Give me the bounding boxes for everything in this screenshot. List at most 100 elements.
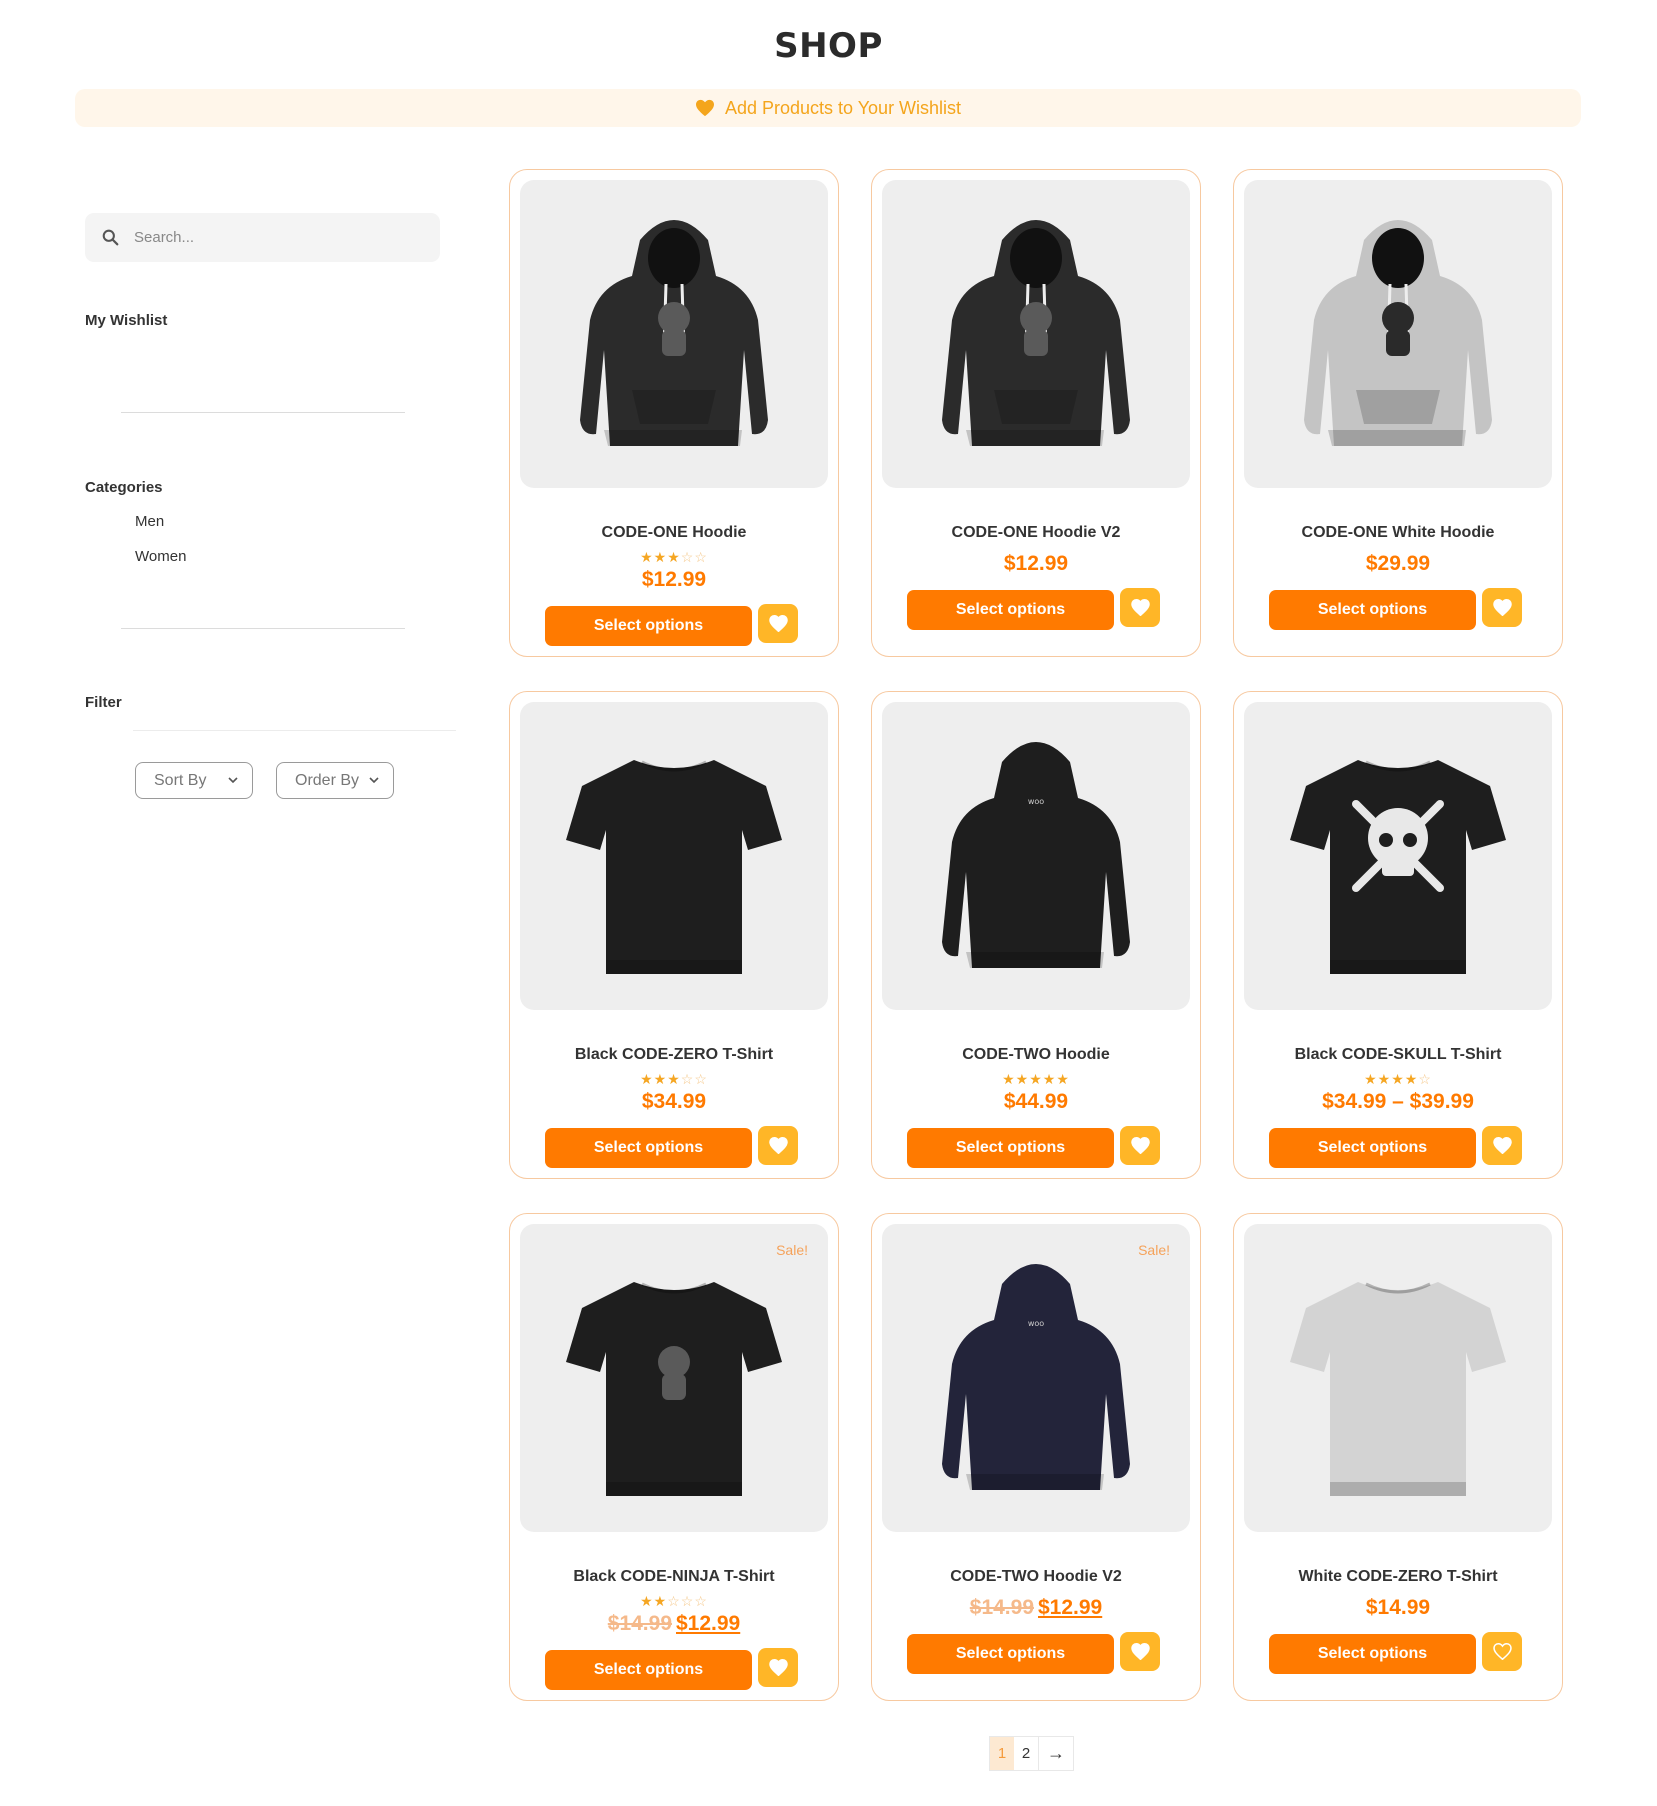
wishlist-banner[interactable]: Add Products to Your Wishlist: [75, 89, 1581, 127]
product-image-art: woo: [942, 1264, 1130, 1490]
rating-stars: ★★★★★: [872, 1072, 1200, 1086]
product-image[interactable]: [1244, 702, 1552, 1010]
product-price: $34.99 – $39.99: [1234, 1090, 1562, 1114]
star-icon: ★: [653, 1593, 668, 1609]
order-by-label: Order By: [295, 771, 360, 789]
star-icon: ☆: [680, 1593, 695, 1609]
add-to-wishlist-button[interactable]: [758, 1126, 798, 1165]
page-2-link[interactable]: 2: [1014, 1737, 1038, 1770]
divider: [121, 412, 405, 413]
product-image[interactable]: woo: [882, 702, 1190, 1010]
star-icon: ★: [1015, 1071, 1030, 1087]
product-price: $34.99: [510, 1090, 838, 1114]
star-icon: ★: [1377, 1071, 1392, 1087]
wishlist-banner-text: Add Products to Your Wishlist: [724, 97, 962, 118]
product-image[interactable]: [882, 180, 1190, 488]
svg-text:woo: woo: [1028, 1319, 1044, 1328]
select-options-button[interactable]: Select options: [545, 606, 752, 646]
add-to-wishlist-button[interactable]: [1482, 588, 1522, 627]
chevron-down-icon: [369, 777, 379, 784]
category-link-men[interactable]: Men: [135, 513, 164, 530]
star-icon: ★: [653, 1071, 668, 1087]
product-image[interactable]: [1244, 1224, 1552, 1532]
svg-text:woo: woo: [1028, 797, 1044, 806]
add-to-wishlist-button[interactable]: [758, 604, 798, 643]
product-name[interactable]: CODE-ONE Hoodie V2: [872, 524, 1200, 542]
next-page-link[interactable]: →: [1038, 1737, 1073, 1770]
star-icon: ☆: [694, 1593, 708, 1609]
heart-icon: [1492, 599, 1512, 616]
product-image-art: [1304, 220, 1492, 446]
product-name[interactable]: Black CODE-NINJA T-Shirt: [510, 1568, 838, 1586]
star-icon: ★: [1391, 1071, 1405, 1087]
page-title: SHOP: [774, 26, 883, 66]
current-price: $12.99: [1003, 552, 1069, 575]
order-by-select[interactable]: Order By: [276, 762, 394, 799]
add-to-wishlist-button[interactable]: [1482, 1632, 1522, 1671]
select-options-button[interactable]: Select options: [1269, 1128, 1476, 1168]
heart-icon: [768, 1659, 788, 1676]
star-icon: ★: [640, 1593, 654, 1609]
product-name[interactable]: White CODE-ZERO T-Shirt: [1234, 1568, 1562, 1586]
star-icon: ★: [653, 549, 668, 565]
add-to-wishlist-button[interactable]: [758, 1648, 798, 1687]
search-input[interactable]: [132, 228, 416, 247]
select-options-button[interactable]: Select options: [907, 1128, 1114, 1168]
heart-icon: [1130, 1643, 1150, 1660]
product-name[interactable]: Black CODE-SKULL T-Shirt: [1234, 1046, 1562, 1064]
product-price: $12.99: [872, 552, 1200, 576]
pagination: 1 2 →: [989, 1736, 1074, 1771]
rating-stars: ★★☆☆☆: [510, 1594, 838, 1608]
select-options-button[interactable]: Select options: [545, 1128, 752, 1168]
select-options-button[interactable]: Select options: [545, 1650, 752, 1690]
star-icon: ★: [640, 1071, 654, 1087]
select-options-button[interactable]: Select options: [1269, 1634, 1476, 1674]
product-name[interactable]: CODE-ONE Hoodie: [510, 524, 838, 542]
product-name[interactable]: CODE-TWO Hoodie V2: [872, 1568, 1200, 1586]
product-image[interactable]: woo Sale!: [882, 1224, 1190, 1532]
select-options-button[interactable]: Select options: [907, 590, 1114, 630]
search-box[interactable]: [85, 213, 440, 262]
page-1-current: 1: [990, 1737, 1014, 1770]
star-icon: ☆: [680, 1071, 695, 1087]
select-options-button[interactable]: Select options: [907, 1634, 1114, 1674]
heart-icon: [768, 1137, 788, 1154]
product-price: $29.99: [1234, 552, 1562, 576]
star-icon: ☆: [1418, 1071, 1432, 1087]
chevron-down-icon: [228, 777, 238, 784]
product-image[interactable]: [520, 180, 828, 488]
product-image[interactable]: [1244, 180, 1552, 488]
sort-by-select[interactable]: Sort By: [135, 762, 253, 799]
product-name[interactable]: CODE-ONE White Hoodie: [1234, 524, 1562, 542]
heart-icon: [768, 615, 788, 632]
star-icon: ★: [1002, 1071, 1016, 1087]
heart-icon: [1130, 1137, 1150, 1154]
current-price: $29.99: [1365, 552, 1431, 575]
product-card: White CODE-ZERO T-Shirt $14.99 Select opti…: [1233, 1213, 1563, 1701]
category-link-women[interactable]: Women: [135, 548, 186, 565]
product-price: $14.99: [1234, 1596, 1562, 1620]
product-image-art: [942, 220, 1130, 446]
product-image[interactable]: [520, 702, 828, 1010]
sale-badge: Sale!: [776, 1242, 808, 1258]
product-name[interactable]: CODE-TWO Hoodie: [872, 1046, 1200, 1064]
product-card: Sale! Black CODE-NINJA T-Shirt ★★☆☆☆ $14.99…: [509, 1213, 839, 1701]
star-icon: ★: [667, 1071, 681, 1087]
select-options-button[interactable]: Select options: [1269, 590, 1476, 630]
product-card: CODE-ONE Hoodie V2 $12.99 Select options: [871, 169, 1201, 657]
add-to-wishlist-button[interactable]: [1120, 1126, 1160, 1165]
product-name[interactable]: Black CODE-ZERO T-Shirt: [510, 1046, 838, 1064]
rating-stars: ★★★★☆: [1234, 1072, 1562, 1086]
heart-icon: [1130, 599, 1150, 616]
product-image-art: [566, 1282, 782, 1496]
add-to-wishlist-button[interactable]: [1482, 1126, 1522, 1165]
product-image-art: [1290, 1282, 1506, 1496]
star-icon: ☆: [694, 549, 708, 565]
product-price: $44.99: [872, 1090, 1200, 1114]
product-image[interactable]: Sale!: [520, 1224, 828, 1532]
product-card: Black CODE-SKULL T-Shirt ★★★★☆ $34.99 – $3…: [1233, 691, 1563, 1179]
product-card: Black CODE-ZERO T-Shirt ★★★☆☆ $34.99 Select…: [509, 691, 839, 1179]
add-to-wishlist-button[interactable]: [1120, 1632, 1160, 1671]
add-to-wishlist-button[interactable]: [1120, 588, 1160, 627]
rating-stars: ★★★☆☆: [510, 550, 838, 564]
